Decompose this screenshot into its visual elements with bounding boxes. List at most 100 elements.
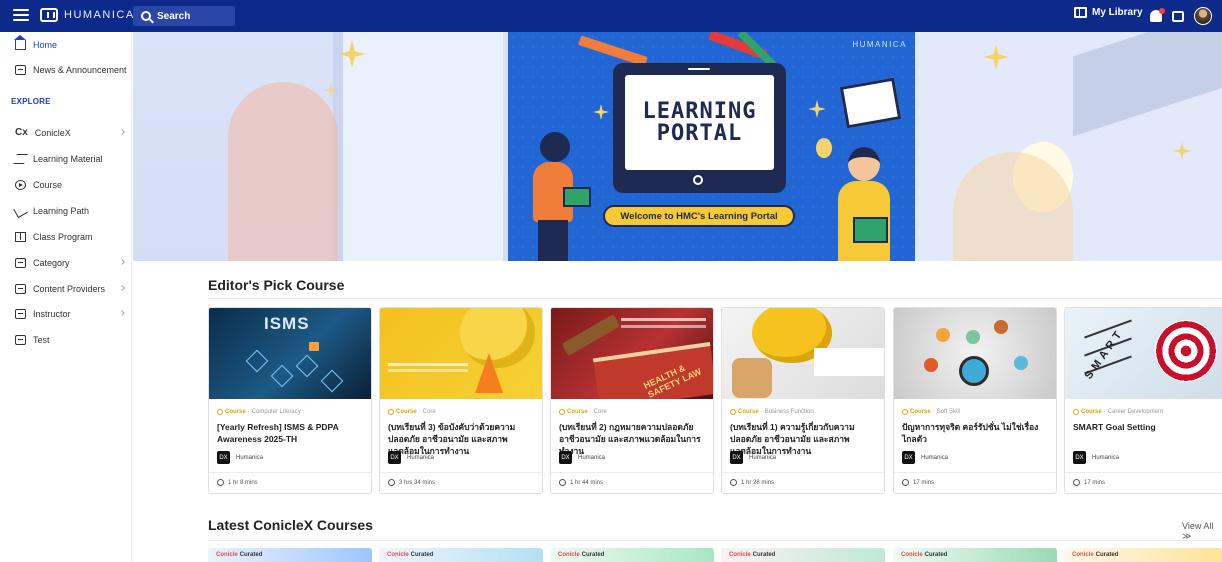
course-provider: DX Humanica xyxy=(559,451,605,464)
sidebar-item-learning-material[interactable]: Learning Material xyxy=(0,148,132,170)
girl-legs xyxy=(538,220,568,261)
welcome-banner-pill: Welcome to HMC's Learning Portal xyxy=(603,205,795,227)
conicle-brand: Conicle xyxy=(729,552,751,558)
girl-art xyxy=(528,132,591,261)
curated-label: Curated xyxy=(924,552,948,558)
card-divider xyxy=(894,472,1056,473)
calendar-icon[interactable] xyxy=(1172,10,1184,22)
course-type-icon xyxy=(388,409,394,415)
course-card[interactable]: HEALTH & SAFETY LAW Course · Core (บทเรี… xyxy=(550,307,714,494)
course-type: Course xyxy=(225,409,246,415)
course-type-icon xyxy=(217,409,223,415)
sidebar-item-coniclex[interactable]: Cx ConicleX xyxy=(0,122,132,144)
hex-art xyxy=(245,349,269,373)
provider-logo-icon: DX xyxy=(1073,451,1086,464)
sidebar-item-class-program[interactable]: Class Program xyxy=(0,226,132,248)
course-card[interactable]: SMART Course · Career Development SMART … xyxy=(1064,307,1222,494)
course-provider: DX Humanica xyxy=(1073,451,1119,464)
tablet-art: LEARNING PORTAL xyxy=(613,63,786,193)
menu-icon[interactable] xyxy=(12,6,30,24)
course-thumbnail: ISMS xyxy=(209,308,371,399)
latest-courses-title: Latest ConicleX Courses xyxy=(208,517,373,533)
search-input[interactable]: Search xyxy=(133,6,235,26)
sidebar-item-instructor[interactable]: Instructor xyxy=(0,303,132,325)
lock-icon xyxy=(309,342,319,351)
sidebar-item-news[interactable]: News & Announcement xyxy=(0,59,132,81)
course-card[interactable]: Course · Business Function (บทเรียนที่ 1… xyxy=(721,307,885,494)
course-type-icon xyxy=(559,409,565,415)
latest-course-card[interactable]: Conicle Curated xyxy=(208,548,372,562)
view-all-link[interactable]: View All ≫ xyxy=(1182,521,1222,542)
sidebar-item-learning-path[interactable]: Learning Path xyxy=(0,200,132,222)
hex-art xyxy=(320,369,344,393)
course-title: [Yearly Refresh] ISMS & PDPA Awareness 2… xyxy=(217,422,339,444)
category-label: Business Function xyxy=(764,409,814,415)
tablet-screen: LEARNING PORTAL xyxy=(625,75,774,170)
card-divider xyxy=(380,472,542,473)
category-separator: · xyxy=(247,409,250,415)
course-duration: 1 hr 44 mins xyxy=(559,479,603,486)
course-provider: DX Humanica xyxy=(902,451,948,464)
user-avatar[interactable] xyxy=(1194,7,1212,25)
hero-banner[interactable]: HUMANICA LEARNING PORTAL Welcome to HMC'… xyxy=(133,32,1222,261)
gavel-art xyxy=(561,313,621,357)
section-divider xyxy=(208,298,1222,299)
sidebar: Home News & Announcement EXPLORE Cx Coni… xyxy=(0,32,132,562)
card-divider xyxy=(551,472,713,473)
latest-course-card[interactable]: Conicle Curated xyxy=(1064,548,1222,562)
latest-course-card[interactable]: Conicle Curated xyxy=(550,548,714,562)
app-root: HUMANICA Search My Library Home News & A… xyxy=(0,0,1222,562)
category-label: Soft Skill xyxy=(936,409,961,415)
card-divider xyxy=(722,472,884,473)
course-card[interactable]: Course · Core (บทเรียนที่ 3) ข้อบังคับว่… xyxy=(379,307,543,494)
chevron-right-icon xyxy=(119,310,125,316)
course-duration: 17 mins xyxy=(1073,479,1105,486)
course-category: Course · Core xyxy=(388,409,436,415)
text-panel-art xyxy=(814,348,884,376)
curated-label: Curated xyxy=(1095,552,1119,558)
banner-board-art xyxy=(333,32,503,261)
course-title: SMART Goal Setting xyxy=(1073,422,1156,432)
person-dot-art xyxy=(1014,356,1028,370)
sidebar-item-course[interactable]: Course xyxy=(0,174,132,196)
sidebar-item-home[interactable]: Home xyxy=(0,34,132,56)
course-card[interactable]: Course · Soft Skill ปัญหาการทุจริต คอร์ร… xyxy=(893,307,1057,494)
latest-course-card[interactable]: Conicle Curated xyxy=(721,548,885,562)
brand-logo[interactable]: HUMANICA xyxy=(40,8,135,22)
book-art xyxy=(853,217,888,243)
course-provider: DX Humanica xyxy=(388,451,434,464)
sidebar-item-label: Test xyxy=(33,335,50,345)
sidebar-item-label: Instructor xyxy=(33,309,71,319)
chevron-right-icon xyxy=(119,259,125,265)
notification-icon[interactable] xyxy=(1150,8,1165,22)
provider-logo-icon: DX xyxy=(902,451,915,464)
sidebar-item-category[interactable]: Category xyxy=(0,252,132,274)
latest-course-card[interactable]: Conicle Curated xyxy=(379,548,543,562)
sidebar-item-label: Class Program xyxy=(33,232,93,242)
category-label: Career Development xyxy=(1107,409,1164,415)
clock-icon xyxy=(217,479,224,486)
sidebar-item-content-providers[interactable]: Content Providers xyxy=(0,278,132,300)
clock-icon xyxy=(388,479,395,486)
latest-course-card[interactable]: Conicle Curated xyxy=(893,548,1057,562)
sidebar-item-test[interactable]: Test xyxy=(0,329,132,351)
conicle-brand: Conicle xyxy=(901,552,923,558)
sidebar-item-label: Category xyxy=(33,258,70,268)
course-type: Course xyxy=(910,409,931,415)
news-icon xyxy=(15,65,26,75)
view-all-label: View All xyxy=(1182,521,1214,531)
course-category: Course · Soft Skill xyxy=(902,409,960,415)
top-icons xyxy=(1150,7,1212,25)
chevron-right-icon xyxy=(119,285,125,291)
target-art xyxy=(1155,320,1217,382)
course-duration: 1 hr 28 mins xyxy=(730,479,774,486)
folder-icon xyxy=(15,284,26,294)
play-circle-icon xyxy=(15,180,26,190)
conicle-brand: Conicle xyxy=(1072,552,1094,558)
my-library-button[interactable]: My Library xyxy=(1074,7,1143,18)
course-type: Course xyxy=(567,409,588,415)
provider-name: Humanica xyxy=(749,454,777,461)
course-card[interactable]: ISMS Course · Computer Literacy [Yearly … xyxy=(208,307,372,494)
course-type: Course xyxy=(738,409,759,415)
category-separator: · xyxy=(1103,409,1106,415)
